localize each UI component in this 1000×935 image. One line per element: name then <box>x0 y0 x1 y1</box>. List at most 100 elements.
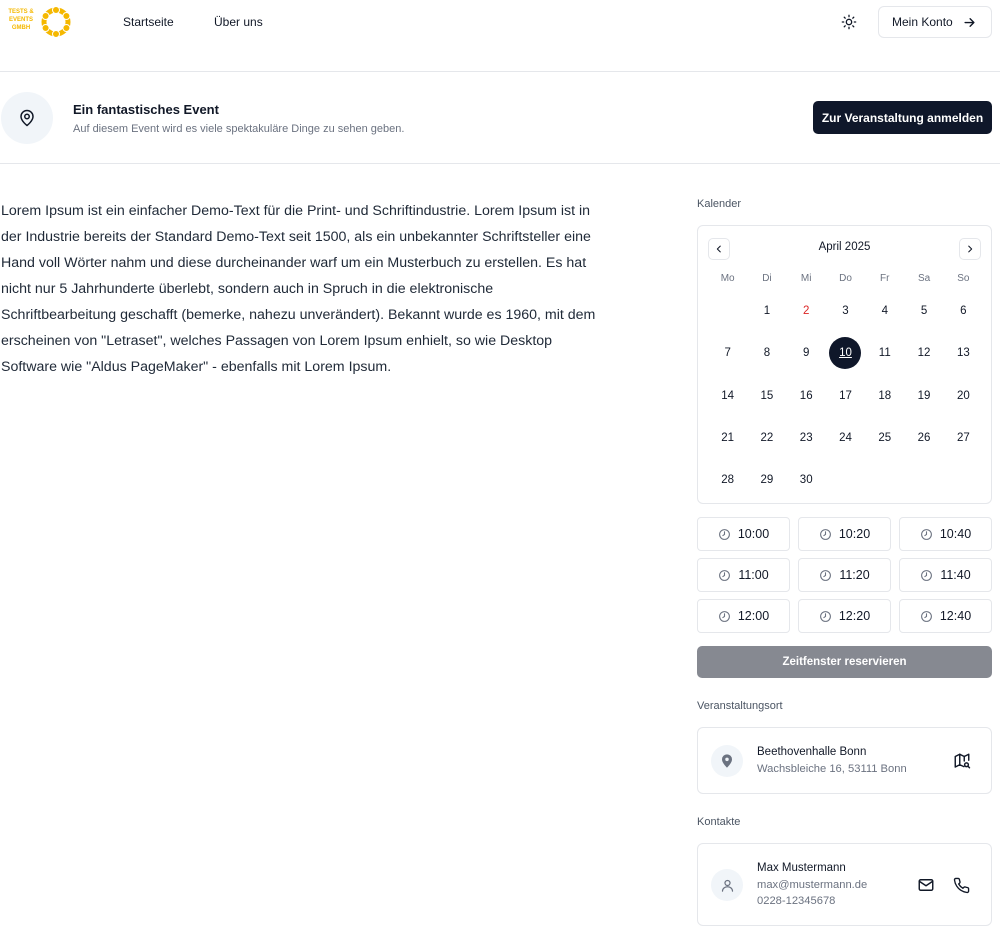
clock-icon <box>718 528 730 540</box>
time-slot-label: 12:00 <box>737 609 770 623</box>
calendar-day[interactable]: 17 <box>826 375 865 417</box>
calendar-day-number: 8 <box>763 347 771 360</box>
time-slot-button[interactable]: 11:00 <box>697 558 790 592</box>
calendar-day[interactable]: 25 <box>865 417 904 459</box>
clock-icon <box>819 528 831 540</box>
weekday-label: So <box>957 273 970 284</box>
calendar: April 2025 Mo Di Mi Do Fr Sa So 1 2 3 4 5 6 7 8 9 10 11 1… <box>697 225 992 504</box>
calendar-day[interactable]: 5 <box>904 290 943 332</box>
calendar-day[interactable]: 29 <box>747 459 786 501</box>
calendar-day[interactable]: 6 <box>944 290 983 332</box>
calendar-day[interactable]: 13 <box>944 332 983 374</box>
calendar-day[interactable]: 20 <box>944 375 983 417</box>
calendar-day-number: 2 <box>803 305 810 318</box>
calendar-day[interactable]: 9 <box>787 332 826 374</box>
time-slot-label: 12:20 <box>838 609 871 623</box>
calendar-day-number: 7 <box>724 347 731 360</box>
time-slot-button[interactable]: 11:20 <box>798 558 891 592</box>
calendar-day-number: 30 <box>799 474 813 487</box>
calendar-day-selected[interactable]: 10 <box>826 332 865 374</box>
calendar-days: 1 2 3 4 5 6 7 8 9 10 11 12 13 14 15 16 17 18 19 20 21 22 23 24 2… <box>708 290 983 501</box>
map-pin-filled-icon <box>722 754 732 768</box>
call-contact-button[interactable] <box>950 874 972 896</box>
nav-startseite[interactable]: Startseite <box>123 15 174 29</box>
calendar-day-number: 1 <box>763 305 771 318</box>
calendar-day-number: 19 <box>917 389 931 402</box>
calendar-day[interactable]: 21 <box>708 417 747 459</box>
event-banner: Ein fantastisches Event Auf diesem Event… <box>0 72 1000 164</box>
email-contact-button[interactable] <box>915 874 937 896</box>
calendar-day[interactable]: 2 <box>787 290 826 332</box>
clock-icon <box>921 569 933 581</box>
time-slot-label: 10:40 <box>939 527 972 541</box>
calendar-day[interactable]: 18 <box>865 375 904 417</box>
top-navbar: TESTS & EVENTS GMBH Startseite Über uns … <box>0 0 1000 72</box>
sun-icon <box>841 14 857 30</box>
calendar-day-number: 22 <box>760 432 774 445</box>
calendar-day-number: 15 <box>760 389 774 402</box>
venue-card: Beethovenhalle Bonn Wachsbleiche 16, 531… <box>697 727 992 794</box>
calendar-day[interactable]: 12 <box>904 332 943 374</box>
calendar-day[interactable]: 8 <box>747 332 786 374</box>
calendar-day-number: 3 <box>842 305 849 318</box>
calendar-day[interactable]: 27 <box>944 417 983 459</box>
calendar-day[interactable]: 26 <box>904 417 943 459</box>
calendar-day[interactable]: 11 <box>865 332 904 374</box>
calendar-day[interactable]: 16 <box>787 375 826 417</box>
calendar-day[interactable]: 7 <box>708 332 747 374</box>
calendar-day-number: 4 <box>881 305 888 318</box>
event-description: Lorem Ipsum ist ein einfacher Demo-Text … <box>1 203 596 375</box>
calendar-day[interactable]: 28 <box>708 459 747 501</box>
time-slot-button[interactable]: 12:00 <box>697 599 790 633</box>
calendar-day[interactable]: 15 <box>747 375 786 417</box>
contact-email: max@mustermann.de <box>757 879 868 891</box>
arrow-right-icon <box>964 18 975 27</box>
contacts-label: Kontakte <box>697 816 741 828</box>
calendar-weekdays: Mo Di Mi Do Fr Sa So <box>708 273 983 284</box>
calendar-day[interactable]: 4 <box>865 290 904 332</box>
register-event-button[interactable]: Zur Veranstaltung anmelden <box>813 101 992 134</box>
time-slot-button[interactable]: 12:40 <box>899 599 992 633</box>
calendar-next-button[interactable] <box>959 238 981 260</box>
open-map-button[interactable] <box>951 750 973 772</box>
calendar-day-number: 17 <box>839 389 852 402</box>
calendar-day-number: 18 <box>878 389 892 402</box>
calendar-empty-cell <box>708 290 747 332</box>
company-logo[interactable]: TESTS & EVENTS GMBH <box>3 4 73 40</box>
calendar-day[interactable]: 14 <box>708 375 747 417</box>
calendar-day[interactable]: 19 <box>904 375 943 417</box>
time-slot-button[interactable]: 10:20 <box>798 517 891 551</box>
calendar-day-number: 10 <box>829 337 862 370</box>
clock-icon <box>920 610 932 622</box>
calendar-day[interactable]: 22 <box>747 417 786 459</box>
weekday-label: Mi <box>800 273 812 284</box>
user-icon <box>721 879 733 892</box>
calendar-day[interactable]: 30 <box>787 459 826 501</box>
calendar-day-number: 20 <box>956 389 970 402</box>
my-account-button[interactable]: Mein Konto <box>878 6 992 38</box>
weekday-label: Fr <box>880 273 890 284</box>
theme-toggle-button[interactable] <box>838 11 860 33</box>
time-slot-button[interactable]: 12:20 <box>798 599 891 633</box>
calendar-day[interactable]: 24 <box>826 417 865 459</box>
calendar-day-number: 23 <box>799 432 813 445</box>
time-slot-label: 10:00 <box>737 527 770 541</box>
contact-avatar <box>711 869 743 901</box>
map-search-icon <box>954 753 971 769</box>
calendar-day[interactable]: 1 <box>747 290 786 332</box>
weekday-label: Sa <box>917 273 931 284</box>
time-slot-label: 10:20 <box>838 527 871 541</box>
nav-ueber-uns[interactable]: Über uns <box>214 15 263 29</box>
time-slot-button[interactable]: 11:40 <box>899 558 992 592</box>
time-slot-button[interactable]: 10:00 <box>697 517 790 551</box>
chevron-right-icon <box>968 245 973 253</box>
time-slot-button[interactable]: 10:40 <box>899 517 992 551</box>
contact-phone: 0228-12345678 <box>757 895 836 907</box>
calendar-day[interactable]: 23 <box>787 417 826 459</box>
calendar-day-number: 5 <box>920 305 928 318</box>
weekday-label: Mo <box>720 273 735 284</box>
reserve-timeslot-button[interactable]: Zeitfenster reservieren <box>697 646 992 678</box>
map-pin-icon <box>20 109 34 127</box>
calendar-day[interactable]: 3 <box>826 290 865 332</box>
calendar-day-number: 28 <box>721 474 735 487</box>
